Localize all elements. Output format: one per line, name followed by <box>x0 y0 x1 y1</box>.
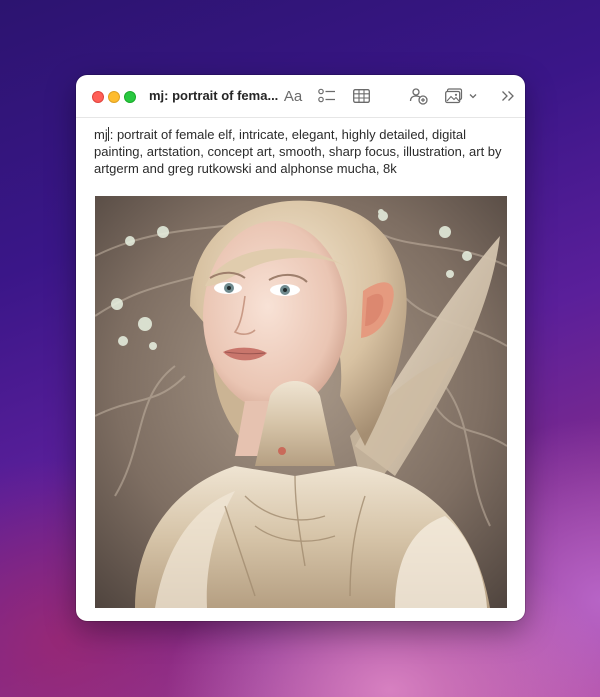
close-button[interactable] <box>92 91 104 103</box>
note-text-start: mj <box>94 127 108 142</box>
note-text: : portrait of female elf, intricate, ele… <box>94 127 502 176</box>
media-icon[interactable] <box>445 85 479 107</box>
chevron-down-icon <box>469 94 477 99</box>
collaborate-icon[interactable] <box>408 85 430 107</box>
minimize-button[interactable] <box>108 91 120 103</box>
window-title: mj: portrait of fema... <box>149 88 279 103</box>
more-icon[interactable] <box>500 85 516 107</box>
checklist-icon[interactable] <box>317 85 337 107</box>
note-image[interactable] <box>95 196 507 608</box>
table-icon[interactable] <box>351 85 371 107</box>
zoom-button[interactable] <box>124 91 136 103</box>
title-bar: mj: portrait of fema... Aa <box>76 75 525 118</box>
note-body[interactable]: mj: portrait of female elf, intricate, e… <box>94 126 510 177</box>
notes-window: mj: portrait of fema... Aa mj: portrait… <box>76 75 525 621</box>
format-button[interactable]: Aa <box>282 85 304 107</box>
